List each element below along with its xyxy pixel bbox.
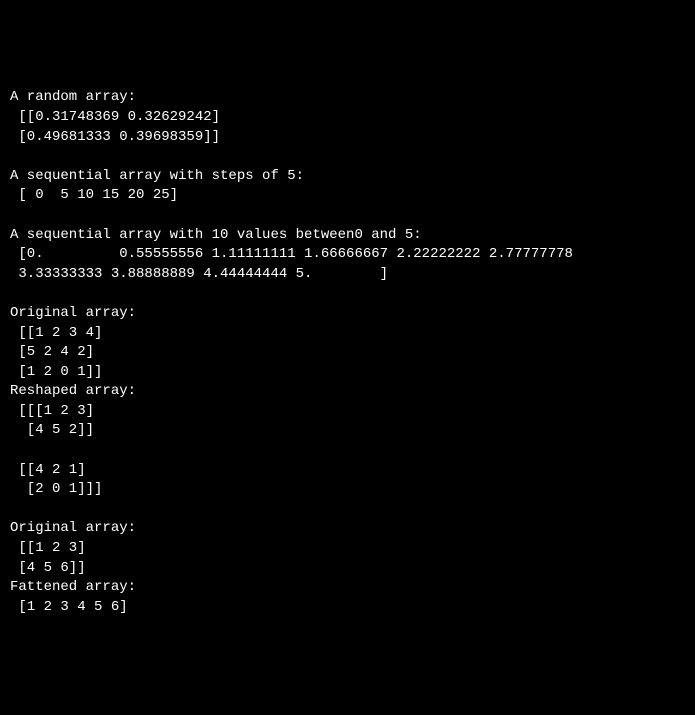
- output-line: [1 2 3 4 5 6]: [10, 599, 128, 615]
- output-line: Original array:: [10, 305, 136, 321]
- output-line: [[1 2 3]: [10, 540, 86, 556]
- output-line: [0.49681333 0.39698359]]: [10, 129, 220, 145]
- output-line: [0. 0.55555556 1.11111111 1.66666667 2.2…: [10, 246, 573, 262]
- output-line: [[1 2 3 4]: [10, 325, 102, 341]
- output-line: Fattened array:: [10, 579, 136, 595]
- output-line: [[0.31748369 0.32629242]: [10, 109, 220, 125]
- output-line: [4 5 2]]: [10, 422, 94, 438]
- output-line: Original array:: [10, 520, 136, 536]
- output-line: [ 0 5 10 15 20 25]: [10, 187, 178, 203]
- output-line: A sequential array with steps of 5:: [10, 168, 304, 184]
- output-line: A random array:: [10, 89, 136, 105]
- terminal-output: A random array: [[0.31748369 0.32629242]…: [10, 88, 685, 617]
- output-line: [2 0 1]]]: [10, 481, 102, 497]
- output-line: [5 2 4 2]: [10, 344, 94, 360]
- output-line: Reshaped array:: [10, 383, 136, 399]
- output-line: [4 5 6]]: [10, 560, 86, 576]
- output-line: A sequential array with 10 values betwee…: [10, 227, 422, 243]
- output-line: [[4 2 1]: [10, 462, 86, 478]
- output-line: [1 2 0 1]]: [10, 364, 102, 380]
- output-line: 3.33333333 3.88888889 4.44444444 5. ]: [10, 266, 388, 282]
- output-line: [[[1 2 3]: [10, 403, 94, 419]
